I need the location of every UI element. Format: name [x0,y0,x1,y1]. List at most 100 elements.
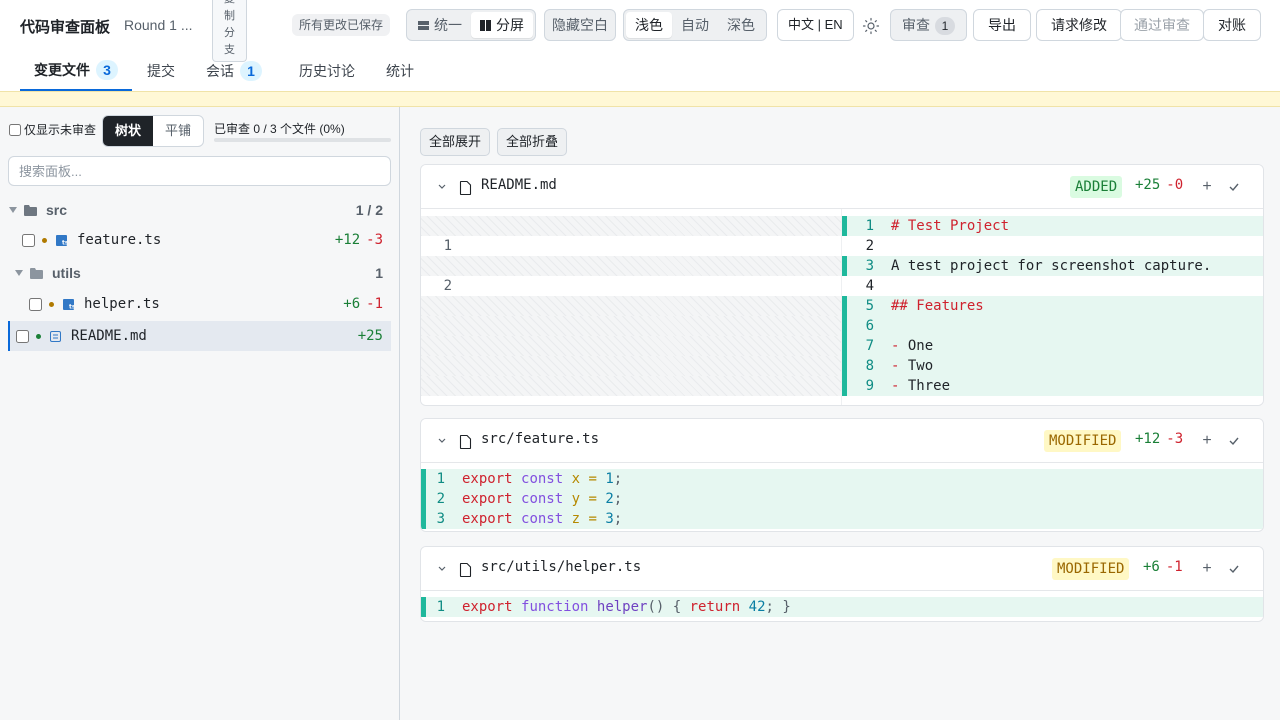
split-layout-icon [480,19,491,31]
theme-dark-option[interactable]: 深色 [718,12,764,38]
tab-changed-files[interactable]: 变更文件 3 [20,50,132,91]
chevron-down-icon[interactable] [437,436,447,446]
code-line: - Three [891,378,951,394]
tab-count-badge: 3 [96,59,118,80]
file-reviewed-checkbox[interactable] [16,329,29,343]
tree-file-readme[interactable]: README.md +25 [8,321,391,351]
expand-all-button[interactable]: 全部展开 [420,128,491,156]
split-diff-body: 1 # Test Project 1 2 3 A test project for scr… [421,209,1263,405]
markdown-heading-token: ## Features [891,298,984,314]
markdown-bullet-token: - [891,338,900,354]
keyword-token: const [521,491,564,507]
file-status-badge: ADDED [1070,176,1123,198]
tab-commits[interactable]: 提交 [147,50,175,91]
tab-label: 历史讨论 [299,62,355,79]
caret-down-icon [9,207,17,213]
file-reviewed-checkbox[interactable] [29,297,42,311]
number-token: 42 [748,599,766,615]
punctuation-token: ; } [765,599,791,615]
markdown-bullet-token: - [891,378,900,394]
add-comment-button[interactable]: + [1199,558,1215,580]
chevron-down-icon[interactable] [437,564,447,574]
unreviewed-only-checkbox[interactable] [9,123,21,136]
export-button[interactable]: 导出 [973,9,1031,41]
right-line-number: 8 [865,358,874,374]
file-status-badge: MODIFIED [1044,430,1122,452]
diff-panel: 全部展开 全部折叠 README.md ADDED +25 -0 + 1 # Tes… [400,107,1280,720]
theme-light-option[interactable]: 浅色 [626,12,672,38]
keyword-token: export [462,491,513,507]
sidebar-search-input[interactable] [8,156,391,186]
approve-review-button[interactable]: 通过审查 [1120,9,1204,41]
round-selector[interactable]: Round 1 ... [124,17,193,33]
empty-left-hatch [421,356,841,376]
empty-left-hatch [421,376,841,396]
right-line-number: 2 [865,238,874,254]
tab-label: 变更文件 [34,61,90,78]
review-progress-bar [214,138,391,142]
right-line-number: 7 [865,338,874,354]
line-number: 3 [436,511,445,527]
punctuation-token: ; [613,471,623,487]
check-icon[interactable] [1227,434,1241,448]
sun-icon[interactable] [862,17,880,35]
markdown-heading-token: # Test Project [891,218,1010,234]
code-line: export const z = 3; [462,509,622,529]
number-token: 3 [605,511,614,527]
language-toggle[interactable]: 中文 | EN [777,9,854,41]
tree-folder-src[interactable]: src 1 / 2 [8,195,391,225]
unreviewed-only-filter[interactable]: 仅显示未审查 [9,121,96,138]
file-reviewed-checkbox[interactable] [22,233,35,247]
operator-token: = [588,491,597,507]
collapse-all-button[interactable]: 全部折叠 [497,128,568,156]
review-count-badge: 1 [935,17,955,35]
added-count: +25 [357,328,383,344]
folder-review-count: 1 [375,265,383,281]
flat-view-option[interactable]: 平铺 [153,116,203,146]
number-token: 1 [605,471,614,487]
copy-branch-button[interactable]: 复 制 分 支 [212,0,247,62]
request-changes-button[interactable]: 请求修改 [1036,9,1122,41]
tree-file-helper[interactable]: ts helper.ts +6 -1 [8,289,391,319]
check-icon[interactable] [1227,562,1241,576]
empty-left-hatch [421,336,841,356]
added-line-marker [842,216,847,236]
file-sidebar: 仅显示未审查 树状 平铺 已审查 0 / 3 个文件 (0%) src 1 / … [0,107,400,720]
tab-history[interactable]: 历史讨论 [299,50,355,91]
review-progress-text: 已审查 0 / 3 个文件 (0%) [214,122,345,136]
typescript-file-icon: ts [63,298,74,310]
file-diff-stats: +25 [358,328,383,344]
app-title: 代码审查面板 [20,19,111,36]
tree-folder-utils[interactable]: utils 1 [8,258,391,288]
unified-view-option[interactable]: 统一 [409,12,471,38]
split-view-label: 分屏 [496,17,524,33]
reconcile-button[interactable]: 对账 [1203,9,1261,41]
keyword-token: export [462,599,513,615]
tree-file-feature[interactable]: ts feature.ts +12 -3 [8,225,391,255]
folder-name: utils [52,265,81,281]
tab-stats[interactable]: 统计 [386,50,414,91]
check-icon[interactable] [1227,180,1241,194]
code-line: - Two [891,358,934,374]
line-number: 2 [436,491,445,507]
keyword-token: function [521,599,589,615]
file-status-badge: MODIFIED [1052,558,1130,580]
chevron-down-icon[interactable] [437,182,447,192]
review-button[interactable]: 审查 1 [890,9,967,41]
removed-count: -1 [366,296,383,312]
notice-banner [0,91,1280,107]
code-line: export const y = 2; [462,489,622,509]
file-diff-stats: +12 -3 [1135,431,1183,447]
split-view-option[interactable]: 分屏 [471,12,533,38]
right-line-number: 4 [865,278,874,294]
add-comment-button[interactable]: + [1199,176,1215,198]
add-comment-button[interactable]: + [1199,430,1215,452]
tab-label: 提交 [147,62,175,79]
hide-whitespace-button[interactable]: 隐藏空白 [544,9,616,41]
folder-icon [24,204,37,216]
added-line-marker [842,316,847,336]
added-dot-icon [36,333,41,339]
theme-auto-option[interactable]: 自动 [672,12,718,38]
tree-view-option[interactable]: 树状 [103,116,154,146]
added-lines-marker [421,597,426,617]
